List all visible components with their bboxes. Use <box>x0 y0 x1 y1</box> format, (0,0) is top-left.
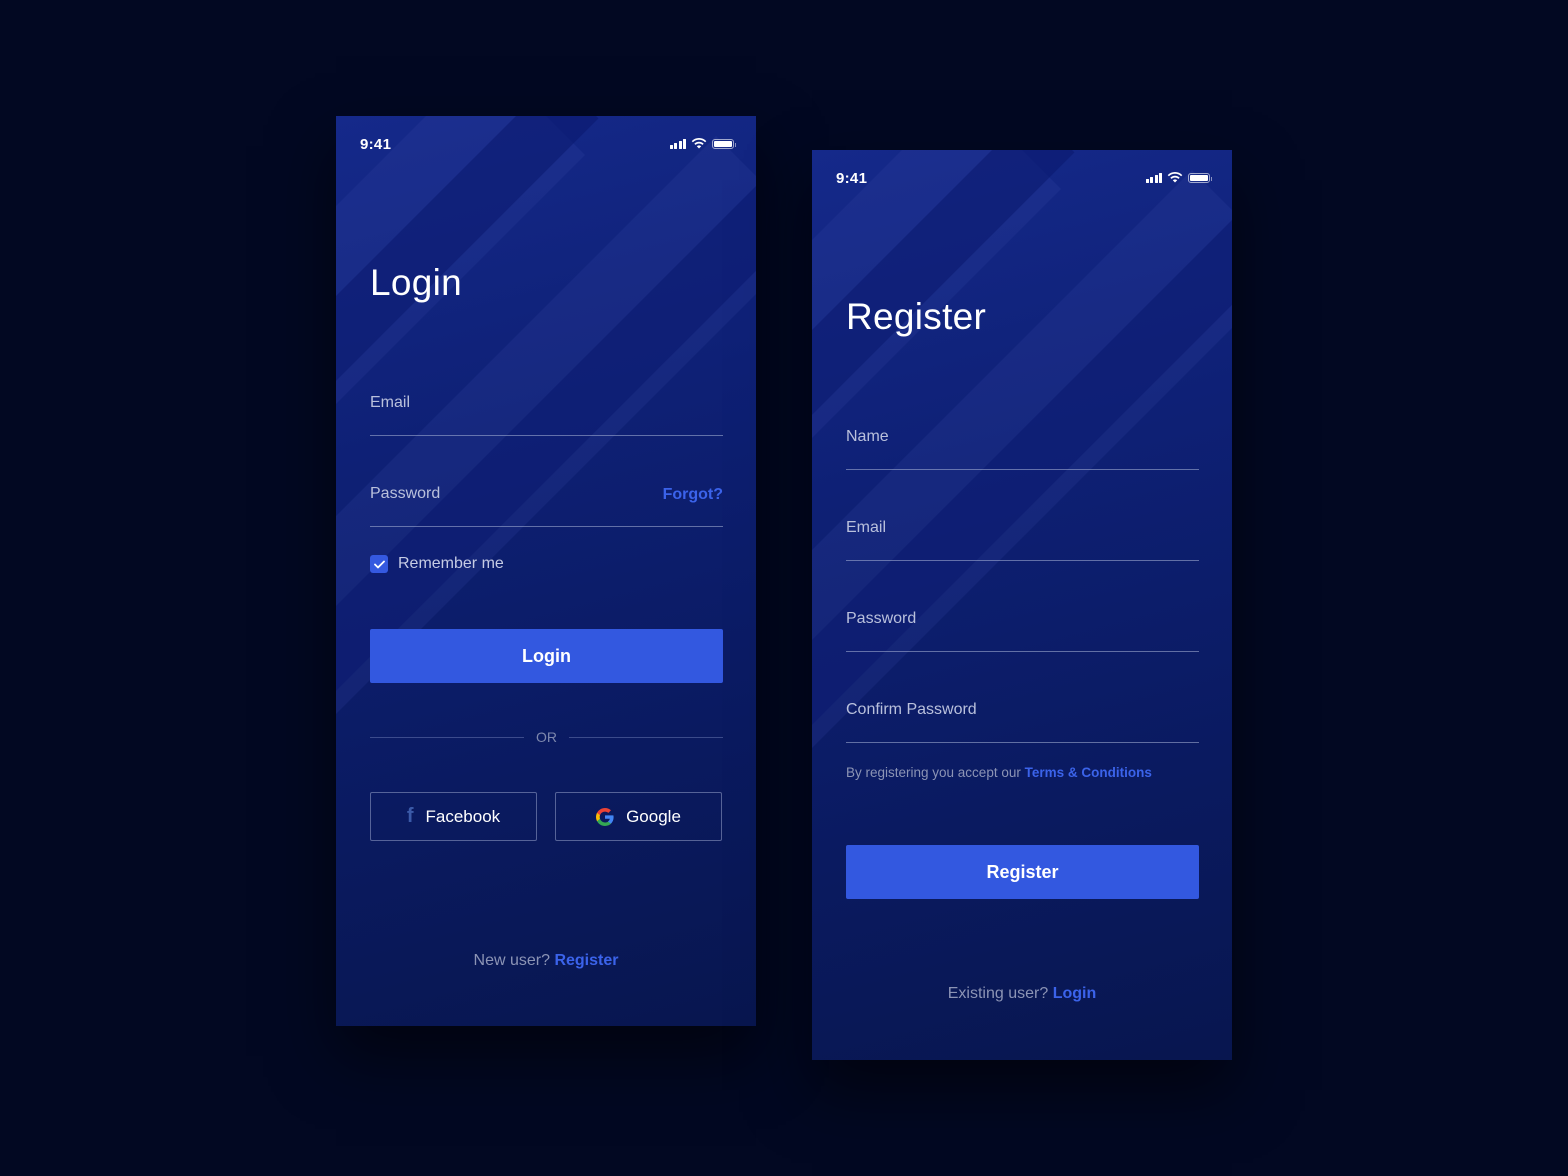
login-button[interactable]: Login <box>370 629 723 683</box>
login-link[interactable]: Login <box>1053 985 1097 1002</box>
battery-icon <box>1188 172 1212 183</box>
battery-icon <box>712 138 736 149</box>
remember-me-checkbox[interactable]: Remember me <box>370 555 504 573</box>
register-screen: 9:41 Register Name Email Password Confir… <box>812 150 1232 1060</box>
wifi-icon <box>691 138 707 149</box>
terms-notice: By registering you accept our Terms & Co… <box>846 765 1152 780</box>
login-screen: 9:41 Login Email Password Forgot? Rememb… <box>336 116 756 1026</box>
or-divider: OR <box>370 728 723 746</box>
register-prompt: New user? Register <box>336 952 756 970</box>
page-title: Register <box>846 296 987 337</box>
status-bar: 9:41 <box>812 150 1232 206</box>
or-label: OR <box>536 729 557 745</box>
forgot-password-link[interactable]: Forgot? <box>663 486 723 504</box>
facebook-icon: f <box>406 805 414 827</box>
divider-line <box>370 736 524 738</box>
google-label: Google <box>626 806 681 826</box>
status-bar: 9:41 <box>336 116 756 172</box>
email-field[interactable]: Email <box>846 511 1199 561</box>
terms-link[interactable]: Terms & Conditions <box>1025 765 1152 780</box>
facebook-login-button[interactable]: f Facebook <box>370 792 537 841</box>
wifi-icon <box>1167 172 1183 183</box>
existing-user-text: Existing user? <box>947 985 1049 1002</box>
status-time: 9:41 <box>360 136 392 153</box>
status-icons <box>1145 172 1212 183</box>
password-field[interactable]: Password Forgot? <box>370 477 723 527</box>
remember-me-label: Remember me <box>398 555 504 572</box>
new-user-text: New user? <box>473 952 550 969</box>
email-field[interactable]: Email <box>370 386 723 436</box>
password-label: Password <box>370 485 441 502</box>
signal-icon <box>1145 172 1162 183</box>
email-label: Email <box>846 519 887 536</box>
confirm-password-label: Confirm Password <box>846 701 977 718</box>
status-icons <box>669 138 736 149</box>
status-time: 9:41 <box>836 170 868 187</box>
terms-prefix: By registering you accept our <box>846 765 1021 780</box>
login-prompt: Existing user? Login <box>812 985 1232 1003</box>
password-field[interactable]: Password <box>846 602 1199 652</box>
email-label: Email <box>370 394 411 411</box>
facebook-label: Facebook <box>425 806 501 826</box>
password-label: Password <box>846 610 917 627</box>
divider-line <box>569 736 723 738</box>
google-login-button[interactable]: Google <box>555 792 722 841</box>
register-link[interactable]: Register <box>554 952 618 969</box>
register-button[interactable]: Register <box>846 845 1199 899</box>
check-icon <box>373 560 385 568</box>
signal-icon <box>669 138 686 149</box>
name-label: Name <box>846 428 889 445</box>
background-stripe <box>336 116 585 792</box>
name-field[interactable]: Name <box>846 420 1199 470</box>
confirm-password-field[interactable]: Confirm Password <box>846 693 1199 743</box>
google-icon <box>596 807 614 826</box>
checkbox[interactable] <box>370 555 388 573</box>
page-title: Login <box>370 262 463 303</box>
